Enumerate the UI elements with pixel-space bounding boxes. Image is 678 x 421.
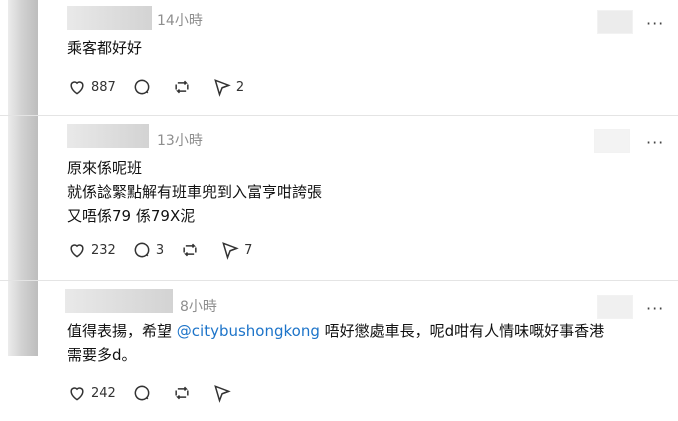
share-count: 7 — [244, 242, 253, 258]
post-line: 乘客都好好 — [67, 39, 143, 57]
send-icon — [214, 79, 231, 97]
username-redacted[interactable] — [65, 289, 173, 313]
avatar-thumbnail — [594, 129, 630, 153]
post-time[interactable]: 14小時 — [157, 10, 203, 30]
reply-button[interactable]: 3 — [132, 240, 164, 260]
post-text-part: 值得表揚，希望 — [67, 322, 177, 340]
repost-icon — [175, 80, 189, 94]
heart-icon — [70, 81, 84, 95]
repost-button[interactable] — [172, 77, 196, 97]
post-3: 8小時 ··· 值得表揚，希望 @citybushongkong 唔好懲處車長，… — [0, 281, 678, 421]
post-line: 值得表揚，希望 @citybushongkong 唔好懲處車長，呢d咁有人情味嘅… — [67, 319, 604, 343]
repost-button[interactable] — [172, 383, 196, 403]
post-line: 就係諗緊點解有班車兜到入富亨咁誇張 — [67, 183, 323, 201]
post-line: 需要多d。 — [67, 346, 137, 364]
send-icon — [222, 242, 239, 260]
like-button[interactable]: 232 — [67, 240, 116, 260]
mention-link[interactable]: @citybushongkong — [177, 322, 320, 340]
reply-button[interactable] — [132, 383, 156, 403]
post-actions: 232 3 7 — [67, 239, 268, 261]
share-button[interactable]: 7 — [220, 240, 252, 260]
heart-icon — [70, 244, 84, 258]
post-2: 13小時 ··· 原來係呢班 就係諗緊點解有班車兜到入富亨咁誇張 又唔係79 係… — [0, 116, 678, 280]
repost-icon — [183, 243, 197, 257]
comment-icon — [134, 242, 150, 258]
username-redacted[interactable] — [67, 124, 149, 148]
repost-icon — [175, 386, 189, 400]
post-1: 14小時 ··· 乘客都好好 887 2 — [0, 0, 678, 115]
send-icon — [214, 385, 231, 403]
post-actions: 242 — [67, 382, 252, 404]
share-button[interactable] — [212, 383, 236, 403]
more-options-button[interactable]: ··· — [646, 301, 664, 317]
post-line: 又唔係79 係79X泥 — [67, 207, 196, 225]
post-text: 原來係呢班 就係諗緊點解有班車兜到入富亨咁誇張 又唔係79 係79X泥 — [67, 156, 322, 228]
avatar-thumbnail — [597, 10, 633, 34]
reply-count: 3 — [155, 242, 165, 258]
reply-button[interactable] — [132, 77, 156, 97]
heart-icon — [70, 387, 84, 401]
like-count: 887 — [91, 79, 116, 95]
more-options-button[interactable]: ··· — [646, 135, 664, 151]
username-redacted[interactable] — [67, 6, 152, 30]
post-text: 乘客都好好 — [67, 36, 142, 60]
share-count: 2 — [235, 79, 245, 95]
like-button[interactable]: 242 — [67, 383, 116, 403]
post-time[interactable]: 13小時 — [157, 130, 203, 150]
comment-icon — [134, 385, 150, 401]
repost-button[interactable] — [180, 240, 204, 260]
post-time[interactable]: 8小時 — [180, 296, 217, 316]
more-options-button[interactable]: ··· — [646, 16, 664, 32]
like-count: 242 — [91, 385, 116, 401]
like-count: 232 — [91, 242, 116, 258]
comment-icon — [134, 79, 150, 95]
post-line: 原來係呢班 — [67, 159, 143, 177]
avatar-thumbnail — [597, 295, 633, 319]
post-text: 值得表揚，希望 @citybushongkong 唔好懲處車長，呢d咁有人情味嘅… — [67, 319, 604, 367]
like-button[interactable]: 887 — [67, 77, 116, 97]
share-button[interactable]: 2 — [212, 77, 244, 97]
post-text-part: 唔好懲處車長，呢d咁有人情味嘅好事香港 — [319, 322, 605, 340]
post-actions: 887 2 — [67, 76, 260, 98]
